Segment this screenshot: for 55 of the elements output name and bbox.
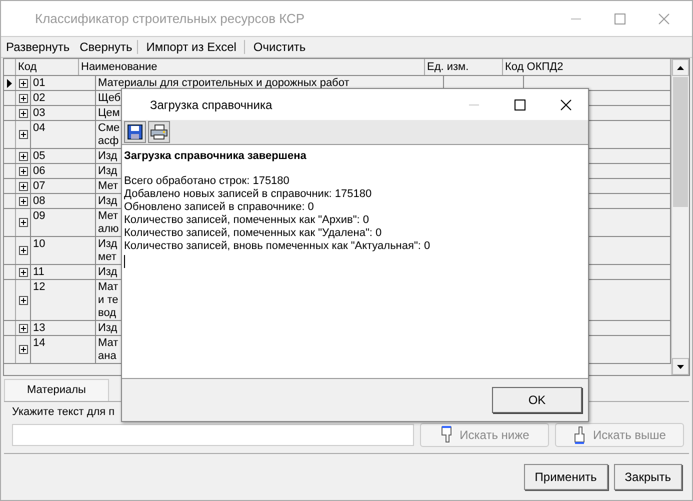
cell-text: ана bbox=[98, 350, 116, 363]
window-title: Классификатор строительных ресурсов КСР bbox=[35, 11, 305, 26]
cell-text: асф bbox=[98, 135, 119, 148]
cell-text: Изд bbox=[98, 266, 118, 279]
message-line: Добавлено новых записей в справочник: 175180 bbox=[124, 188, 372, 201]
message-line: Количество записей, помеченных как "Удалена": 0 bbox=[124, 227, 382, 240]
cell-text: Сме bbox=[98, 122, 120, 135]
cell-text: Мат bbox=[98, 281, 118, 294]
table-cell: 06 bbox=[31, 164, 96, 178]
table-cell: 11 bbox=[31, 265, 96, 279]
table-cell: 03 bbox=[31, 106, 96, 120]
cell-text: алю bbox=[98, 223, 119, 236]
cell-text: Щеб bbox=[98, 92, 121, 105]
dialog-button[interactable]: Закрыть bbox=[614, 464, 682, 490]
column-header[interactable]: Наименование bbox=[79, 59, 425, 75]
table-cell: 10 bbox=[31, 237, 96, 264]
cell-text: вод bbox=[98, 307, 116, 320]
menu-item[interactable]: Развернуть bbox=[1, 40, 75, 54]
search-label: Укажите текст для п bbox=[12, 406, 115, 418]
menu-item[interactable]: Импорт из Excel bbox=[137, 40, 244, 54]
table-cell: 07 bbox=[31, 179, 96, 193]
table-cell: 02 bbox=[31, 91, 96, 105]
message-line: Количество записей, помеченных как "Архив": 0 bbox=[124, 214, 370, 227]
cell-text: Мет bbox=[98, 180, 118, 193]
column-header[interactable]: Код bbox=[16, 59, 79, 75]
message-line: Количество записей, вновь помеченных как "Актуальная": 0 bbox=[124, 240, 430, 253]
table-cell: 01 bbox=[31, 76, 96, 90]
cell-text: Цем bbox=[98, 107, 120, 120]
message-line: Всего обработано строк: 175180 bbox=[124, 175, 290, 188]
cell-text: Мат bbox=[98, 337, 118, 350]
ok-button[interactable]: OK bbox=[492, 387, 582, 413]
table-cell: 05 bbox=[31, 149, 96, 163]
cell-text: мет bbox=[98, 251, 116, 264]
tab[interactable]: Материалы bbox=[4, 379, 109, 401]
cell-text: Мет bbox=[98, 210, 118, 223]
message-heading: Загрузка справочника завершена bbox=[124, 150, 306, 162]
table-cell: 08 bbox=[31, 194, 96, 208]
cell-text: Изд bbox=[98, 322, 118, 335]
table-cell: 14 bbox=[31, 336, 96, 363]
cell-text: Материалы для строительных и дорожных работ bbox=[98, 77, 350, 90]
cell-text: и те bbox=[98, 294, 118, 307]
cell-text: Изд bbox=[98, 195, 118, 208]
menu-item[interactable]: Свернуть bbox=[74, 40, 138, 54]
table-cell: 13 bbox=[31, 321, 96, 335]
message-line: Обновлено записей в справочнике: 0 bbox=[124, 201, 314, 214]
dialog-title: Загрузка справочника bbox=[150, 98, 272, 112]
column-header[interactable]: Ед. изм. bbox=[425, 59, 503, 75]
table-cell: 12 bbox=[31, 280, 96, 320]
menu-item[interactable]: Очистить bbox=[244, 40, 314, 54]
table-cell: 09 bbox=[31, 209, 96, 236]
cell-text: Изд bbox=[98, 238, 118, 251]
cell-text: Изд bbox=[98, 165, 118, 178]
table-cell: 04 bbox=[31, 121, 96, 148]
cell-text: Изд bbox=[98, 150, 118, 163]
dialog-button[interactable]: Применить bbox=[524, 464, 608, 490]
